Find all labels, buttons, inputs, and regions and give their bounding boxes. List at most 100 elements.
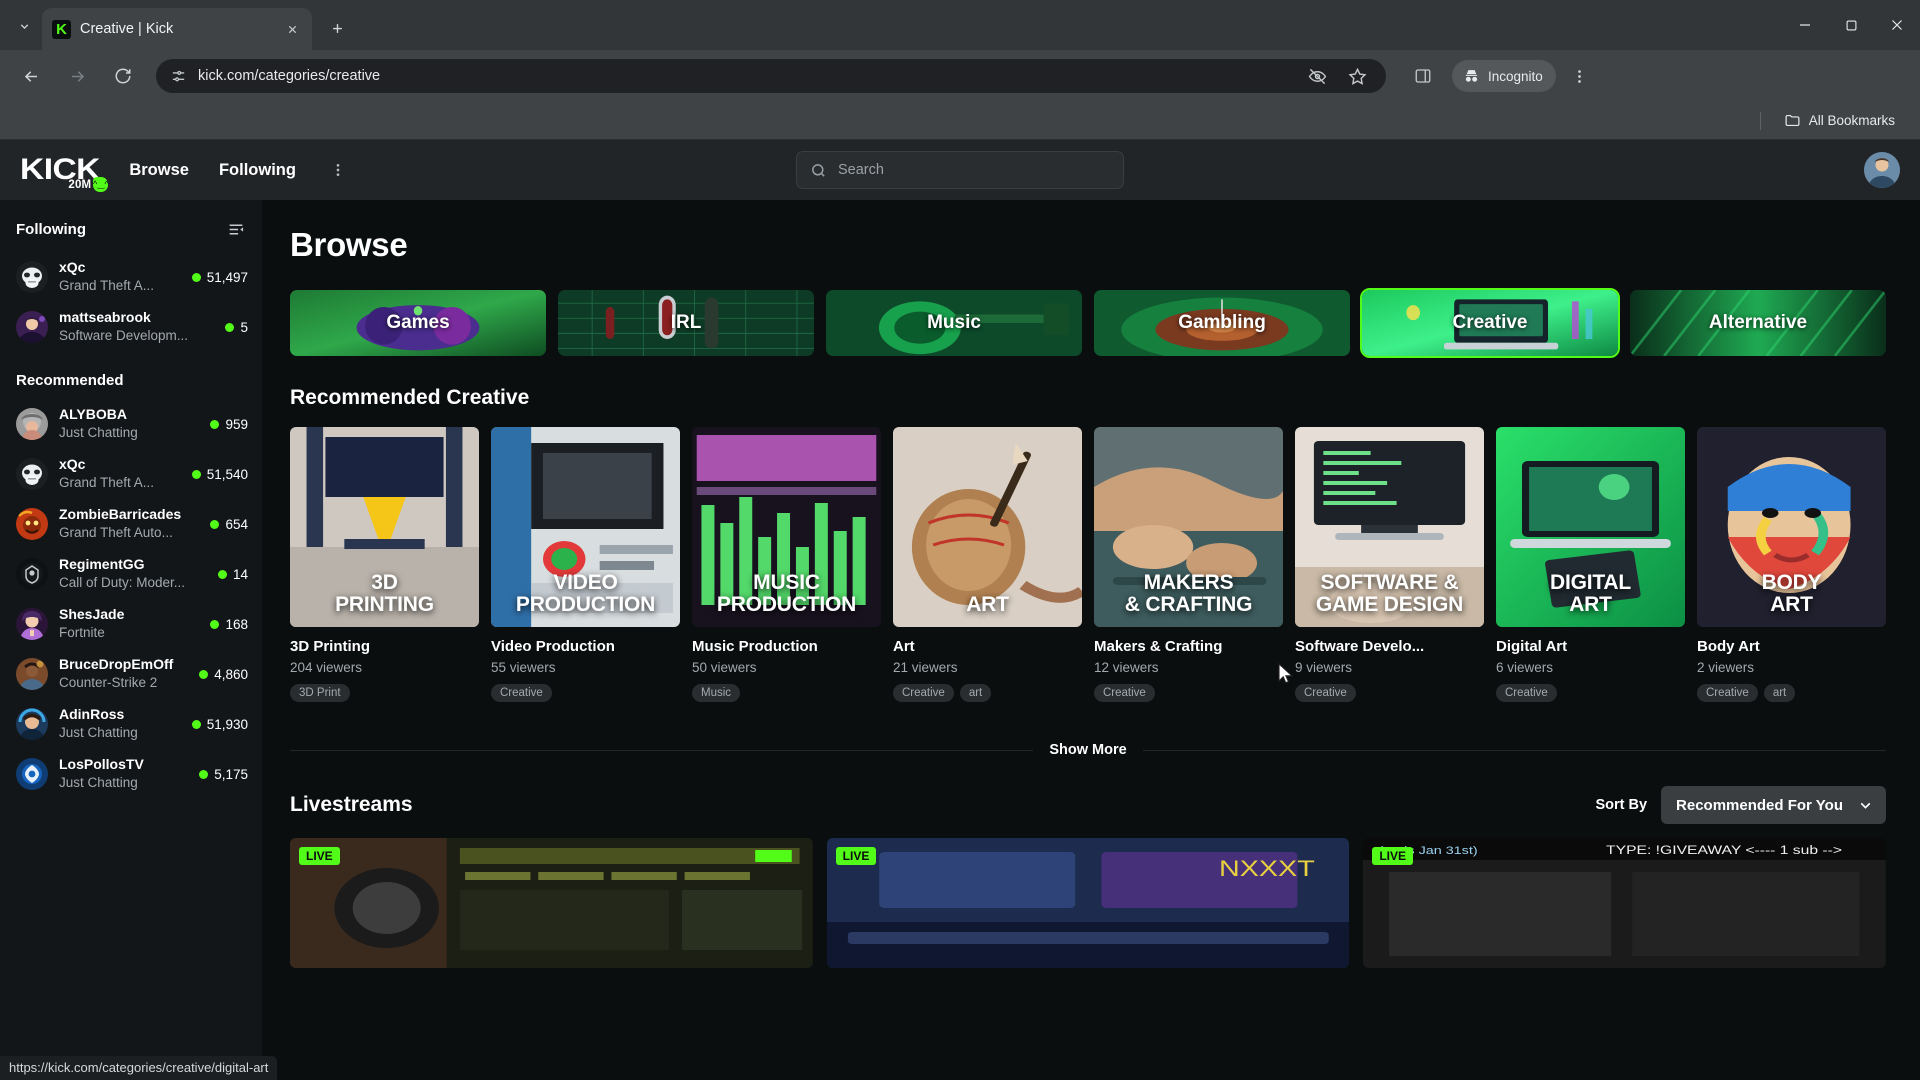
browser-tab[interactable]: K Creative | Kick — [42, 8, 312, 50]
smiley-icon: ^‿^ — [93, 177, 109, 192]
sidebar-channel-item[interactable]: RegimentGG Call of Duty: Moder... 14 — [0, 549, 262, 599]
category-tile-label: Alternative — [1708, 312, 1808, 333]
category-card[interactable]: DIGITAL ART Digital Art 6 viewers Creative — [1496, 427, 1685, 702]
thumbnail-label: VIDEO PRODUCTION — [515, 571, 656, 616]
maximize-button[interactable] — [1828, 0, 1874, 50]
sidebar-channel-item[interactable]: BruceDropEmOff Counter-Strike 2 4,860 — [0, 649, 262, 699]
live-dot-icon — [199, 669, 209, 679]
channel-category: Counter-Strike 2 — [59, 674, 158, 690]
category-card[interactable]: VIDEO PRODUCTION Video Production 55 viewer… — [491, 427, 680, 702]
category-tag[interactable]: art — [1763, 684, 1796, 702]
tab-search-button[interactable] — [6, 8, 42, 44]
close-tab-icon[interactable] — [282, 19, 302, 39]
sidebar-channel-item[interactable]: LosPollosTV Just Chatting 5,175 — [0, 749, 262, 799]
category-tile-irl[interactable]: IRL — [558, 290, 814, 356]
search-input[interactable]: Search — [796, 151, 1124, 189]
collapse-sidebar-icon[interactable] — [226, 221, 246, 238]
channel-viewers: 51,540 — [191, 467, 248, 482]
search-container: Search — [796, 151, 1124, 189]
incognito-indicator[interactable]: Incognito — [1452, 60, 1556, 92]
nav-more-icon[interactable] — [326, 162, 350, 178]
channel-name: xQc — [59, 259, 86, 276]
sidebar-following-header: Following — [0, 214, 262, 244]
kebab-menu-icon[interactable] — [1564, 59, 1596, 93]
all-bookmarks-label: All Bookmarks — [1808, 113, 1895, 128]
forward-icon[interactable] — [60, 59, 94, 93]
sidebar-channel-item[interactable]: xQc Grand Theft A... 51,497 — [0, 252, 262, 302]
user-avatar[interactable] — [1864, 152, 1900, 188]
category-tag[interactable]: art — [959, 684, 992, 702]
category-thumbnail[interactable]: MUSIC PRODUCTION — [692, 427, 881, 627]
category-tile-games[interactable]: Games — [290, 290, 546, 356]
category-tag[interactable]: Creative — [1496, 684, 1557, 702]
category-card[interactable]: SOFTWARE & GAME DESIGN Software Develo... 9… — [1295, 427, 1484, 702]
back-icon[interactable] — [14, 59, 48, 93]
nav-browse[interactable]: Browse — [129, 161, 189, 180]
new-tab-button[interactable] — [320, 11, 354, 45]
kick-logo[interactable]: KICK 20M ^‿^ — [20, 155, 109, 192]
channel-text: xQc Grand Theft A... — [59, 259, 181, 294]
livestream-card[interactable]: NXXXT LIVE — [826, 838, 1350, 968]
address-bar[interactable]: kick.com/categories/creative — [156, 59, 1386, 93]
sidebar-channel-item[interactable]: xQc Grand Theft A... 51,540 — [0, 449, 262, 499]
livestream-card[interactable]: LIVE — [290, 838, 813, 968]
category-tag[interactable]: Creative — [1094, 684, 1155, 702]
bookmark-star-icon[interactable] — [1344, 63, 1370, 89]
category-thumbnail[interactable]: MAKERS & CRAFTING — [1094, 427, 1283, 627]
sidebar-channel-item[interactable]: ShesJade Fortnite 168 — [0, 599, 262, 649]
nav-following[interactable]: Following — [219, 161, 296, 180]
livestream-card[interactable]: TYPE: !GIVEAWAY <---- 1 sub --> (ends Jan… — [1363, 838, 1887, 968]
category-thumbnail[interactable]: SOFTWARE & GAME DESIGN — [1295, 427, 1484, 627]
show-more-button[interactable]: Show More — [1033, 742, 1143, 758]
category-card-tags: Creative art — [893, 684, 1082, 702]
category-tag[interactable]: Creative — [491, 684, 552, 702]
side-panel-icon[interactable] — [1406, 59, 1440, 93]
category-tile-gambling[interactable]: Gambling — [1094, 290, 1350, 356]
category-tag[interactable]: Creative — [1697, 684, 1758, 702]
category-thumbnail[interactable]: DIGITAL ART — [1496, 427, 1685, 627]
third-party-cookie-blocked-icon[interactable] — [1304, 63, 1330, 89]
category-card[interactable]: 3D PRINTING 3D Printing 204 viewers 3D Print — [290, 427, 479, 702]
bookmarks-divider — [1759, 111, 1761, 130]
kick-logo-badge-text: 20M — [68, 178, 92, 191]
category-tag[interactable]: 3D Print — [290, 684, 350, 702]
thumbnail-label: 3D PRINTING — [335, 571, 434, 616]
category-card-title: Digital Art — [1496, 638, 1568, 655]
channel-text: ALYBOBA Just Chatting — [59, 406, 199, 441]
window-controls — [1782, 0, 1920, 50]
category-card[interactable]: MUSIC PRODUCTION Music Production 50 viewer… — [692, 427, 881, 702]
category-card[interactable]: ART Art 21 viewers Creative art — [893, 427, 1082, 702]
thumbnail-label: SOFTWARE & GAME DESIGN — [1315, 571, 1464, 616]
channel-category: Just Chatting — [59, 724, 138, 740]
channel-avatar — [16, 708, 48, 740]
reload-icon[interactable] — [106, 59, 140, 93]
browser-toolbar: kick.com/categories/creative Incognito — [0, 50, 1920, 102]
live-dot-icon — [199, 769, 209, 779]
category-thumbnail[interactable]: BODY ART — [1697, 427, 1886, 627]
page-content: KICK 20M ^‿^ Browse Following Search Fol… — [0, 140, 1920, 1080]
url-text: kick.com/categories/creative — [198, 68, 381, 84]
minimize-button[interactable] — [1782, 0, 1828, 50]
channel-avatar — [16, 558, 48, 590]
category-thumbnail[interactable]: 3D PRINTING — [290, 427, 479, 627]
sidebar-channel-item[interactable]: ALYBOBA Just Chatting 959 — [0, 399, 262, 449]
sidebar-channel-item[interactable]: mattseabrook Software Developm... 5 — [0, 302, 262, 352]
category-tile-music[interactable]: Music — [826, 290, 1082, 356]
site-settings-icon[interactable] — [170, 68, 187, 85]
sidebar-channel-item[interactable]: AdinRoss Just Chatting 51,930 — [0, 699, 262, 749]
viewer-count: 5 — [240, 319, 248, 335]
category-tag[interactable]: Music — [692, 684, 741, 702]
category-tile-creative[interactable]: Creative — [1360, 288, 1620, 358]
category-thumbnail[interactable]: VIDEO PRODUCTION — [491, 427, 680, 627]
livestreams-heading: Livestreams — [290, 793, 413, 816]
category-tag[interactable]: Creative — [893, 684, 954, 702]
sidebar-channel-item[interactable]: ZombieBarricades Grand Theft Auto... 654 — [0, 499, 262, 549]
category-thumbnail[interactable]: ART — [893, 427, 1082, 627]
category-tag[interactable]: Creative — [1295, 684, 1356, 702]
category-card[interactable]: MAKERS & CRAFTING Makers & Crafting 12 view… — [1094, 427, 1283, 702]
category-tile-alternative[interactable]: Alternative — [1630, 290, 1886, 356]
close-window-button[interactable] — [1874, 0, 1920, 50]
sort-by-dropdown[interactable]: Recommended For You — [1661, 786, 1886, 824]
category-card[interactable]: BODY ART Body Art 2 viewers Creative art — [1697, 427, 1886, 702]
all-bookmarks-button[interactable]: All Bookmarks — [1777, 108, 1902, 133]
